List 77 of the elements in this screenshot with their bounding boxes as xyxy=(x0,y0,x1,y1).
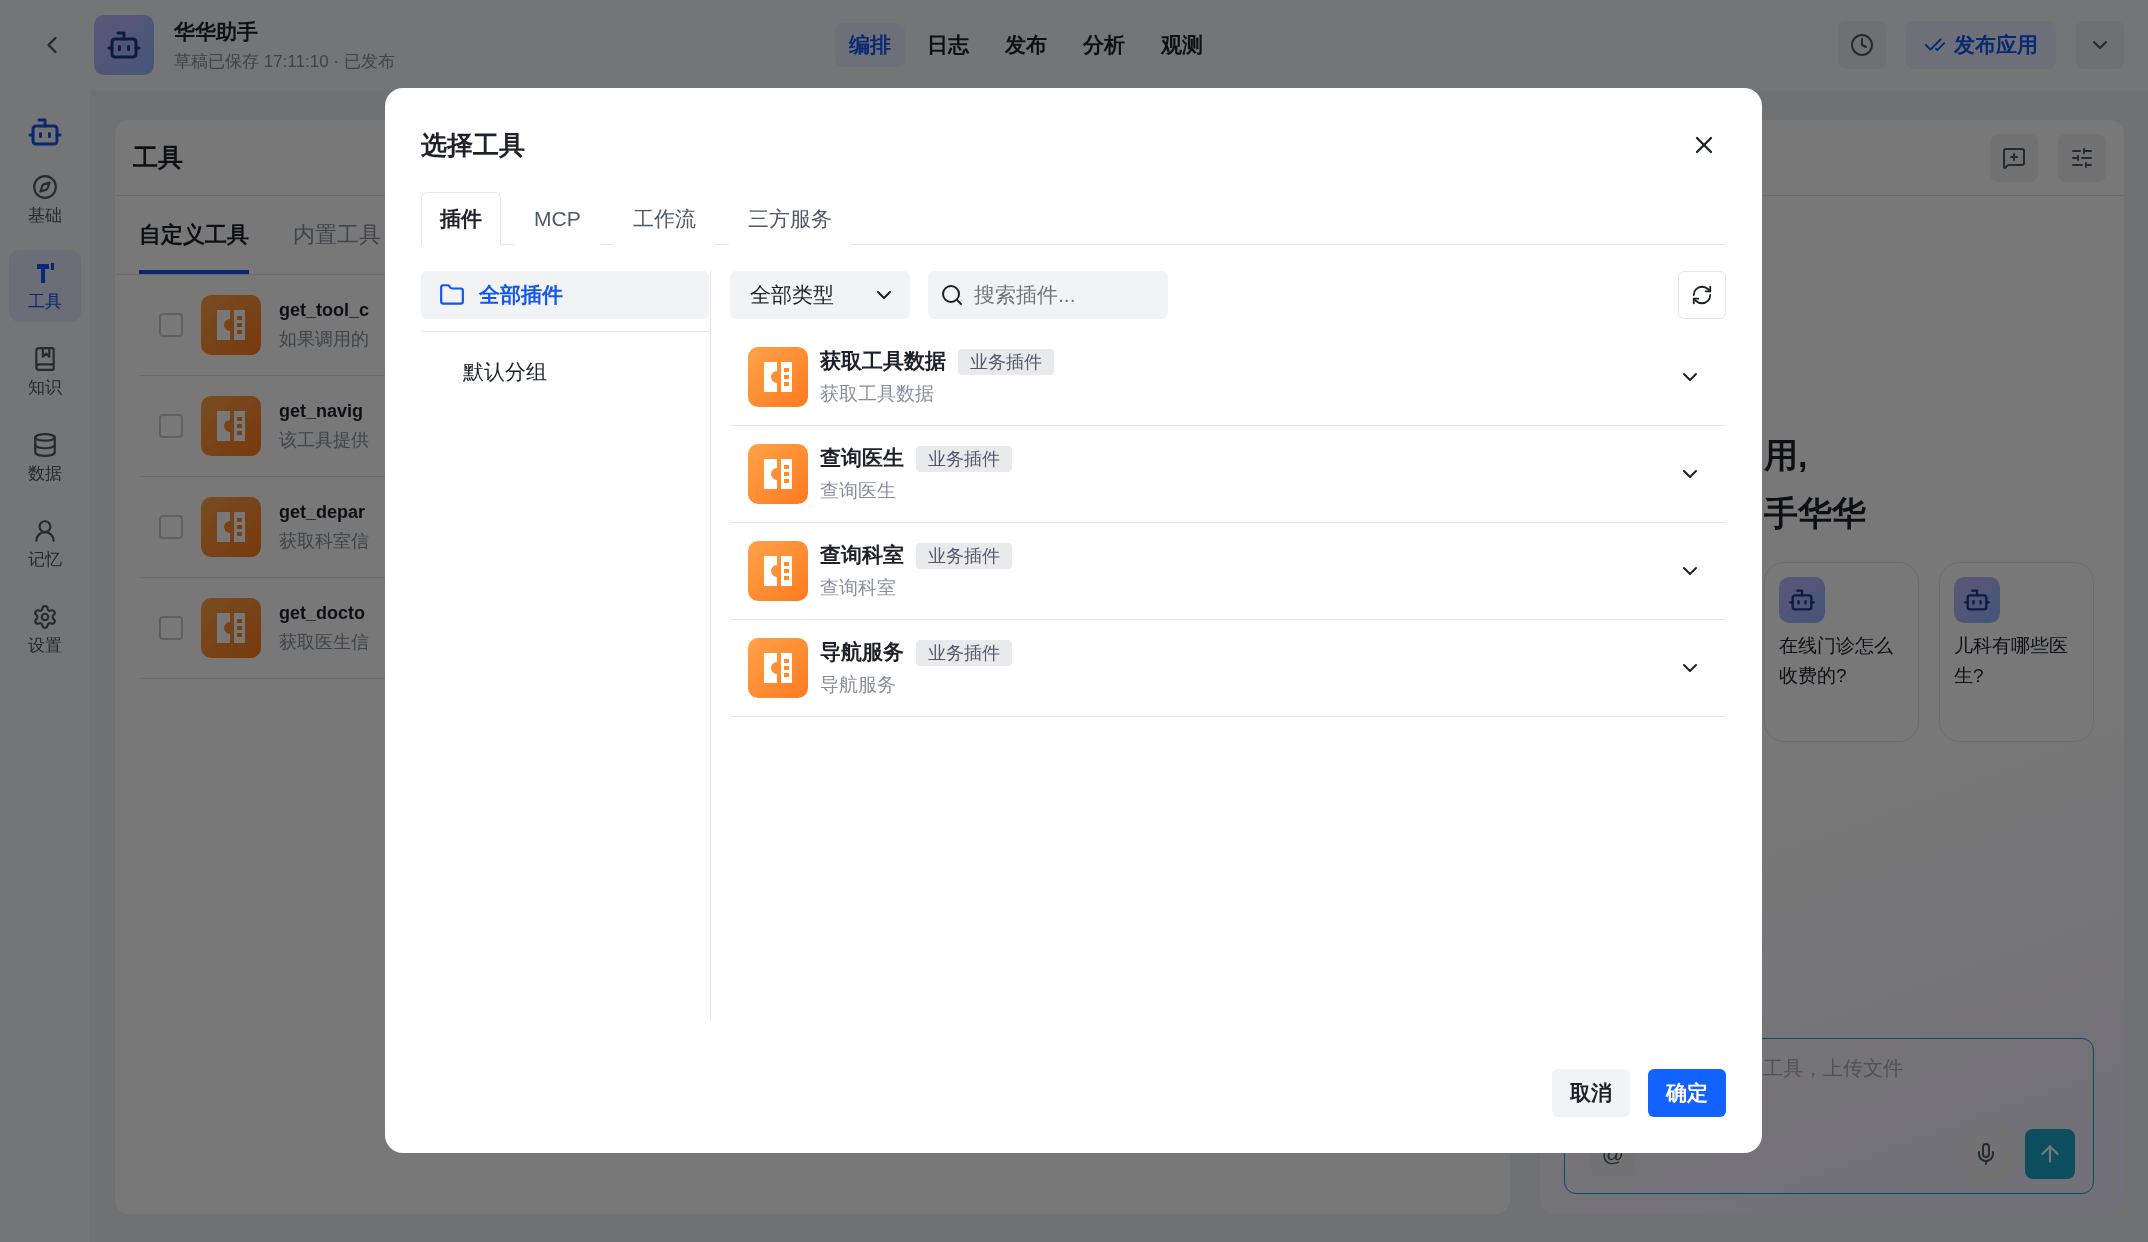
nav-tab[interactable]: 发布 xyxy=(991,23,1062,67)
plugin-name: 获取工具数据 xyxy=(820,349,946,372)
panel-title: 工具 xyxy=(133,142,183,173)
tool-name: get_docto xyxy=(279,602,366,624)
sidebar-item[interactable]: 基础 xyxy=(9,164,81,236)
plugin-icon xyxy=(201,497,261,557)
tools-tab[interactable]: 自定义工具 xyxy=(139,196,249,274)
cancel-button[interactable]: 取消 xyxy=(1552,1069,1630,1117)
tool-description: 获取科室信 xyxy=(279,529,369,553)
plugin-icon xyxy=(201,598,261,658)
checkbox[interactable] xyxy=(159,313,183,337)
search-icon xyxy=(940,283,964,307)
plugin-name: 导航服务 xyxy=(820,640,904,663)
history-button[interactable] xyxy=(1838,21,1886,69)
tool-name: get_tool_c xyxy=(279,299,370,321)
plugin-tag: 业务插件 xyxy=(916,640,1012,666)
chat-plus-icon xyxy=(2002,145,2026,170)
dialog-tab[interactable]: 插件 xyxy=(421,192,501,245)
plugin-description: 查询医生 xyxy=(820,479,897,503)
plugin-description: 导航服务 xyxy=(820,673,897,697)
sidebar-item[interactable]: 记忆 xyxy=(9,508,81,580)
settings-icon xyxy=(32,603,58,630)
plugin-name: 查询科室 xyxy=(820,543,904,566)
plugin-icon xyxy=(201,396,261,456)
publish-button[interactable]: 发布应用 xyxy=(1906,21,2056,69)
dialog-title: 选择工具 xyxy=(421,128,525,162)
greeting-text: 手华华 xyxy=(1764,493,1867,534)
refresh-button[interactable] xyxy=(1678,271,1726,319)
tools-tab[interactable]: 内置工具 xyxy=(293,196,381,274)
tool-description: 如果调用的 xyxy=(279,327,370,351)
sidebar-item[interactable]: 数据 xyxy=(9,422,81,494)
refresh-icon xyxy=(1691,284,1713,306)
plugin-tag: 业务插件 xyxy=(916,543,1012,569)
checkbox[interactable] xyxy=(159,414,183,438)
suggestion-card[interactable]: 儿科有哪些医生? xyxy=(1939,562,2094,742)
microphone-button[interactable] xyxy=(1961,1129,2011,1179)
group-item[interactable]: 默认分组 xyxy=(421,348,709,396)
plugin-description: 获取工具数据 xyxy=(820,382,935,406)
plugin-tag: 业务插件 xyxy=(916,446,1012,472)
plugin-icon xyxy=(748,638,808,698)
suggestion-card[interactable]: 在线门诊怎么收费的? xyxy=(1764,562,1919,742)
checkbox[interactable] xyxy=(159,515,183,539)
group-item[interactable]: 全部插件 xyxy=(421,271,709,319)
tool-description: 该工具提供 xyxy=(279,428,369,452)
nav-tab[interactable]: 日志 xyxy=(913,23,984,67)
plugin-tag: 业务插件 xyxy=(958,349,1054,375)
sidebar-item[interactable]: 知识 xyxy=(9,336,81,408)
send-button[interactable] xyxy=(2025,1129,2075,1179)
confirm-button[interactable]: 确定 xyxy=(1648,1069,1726,1117)
sidebar-item[interactable]: 设置 xyxy=(9,594,81,666)
app-title: 华华助手 xyxy=(174,18,259,45)
plugin-description: 查询科室 xyxy=(820,576,897,600)
folder-icon xyxy=(439,282,465,308)
plugin-icon xyxy=(748,347,808,407)
plugin-icon xyxy=(748,541,808,601)
book-icon xyxy=(32,345,58,372)
user-icon xyxy=(32,517,58,544)
tool-name: get_navig xyxy=(279,400,365,422)
tool-description: 获取医生信 xyxy=(279,630,369,654)
settings-icon xyxy=(2070,145,2094,170)
nav-tab[interactable]: 观测 xyxy=(1147,23,1218,67)
sidebar-item[interactable]: 工具 xyxy=(9,250,81,322)
search-field[interactable]: 搜索插件... xyxy=(928,271,1168,319)
plugin-name: 查询医生 xyxy=(820,446,904,469)
type-dropdown[interactable]: 全部类型 xyxy=(730,271,910,319)
tool-name: get_depar xyxy=(279,501,367,523)
checkbox[interactable] xyxy=(159,616,183,640)
nav-tab[interactable]: 编排 xyxy=(835,23,906,67)
plugin-icon xyxy=(748,444,808,504)
plugin-icon xyxy=(201,295,261,355)
compass-icon xyxy=(32,173,58,200)
greeting-text: 用, xyxy=(1764,435,1809,476)
settings-button[interactable] xyxy=(2058,133,2106,182)
database-icon xyxy=(32,431,58,458)
new-chat-button[interactable] xyxy=(1990,133,2038,182)
nav-tab[interactable]: 分析 xyxy=(1069,23,1140,67)
clock-icon xyxy=(1850,33,1874,57)
